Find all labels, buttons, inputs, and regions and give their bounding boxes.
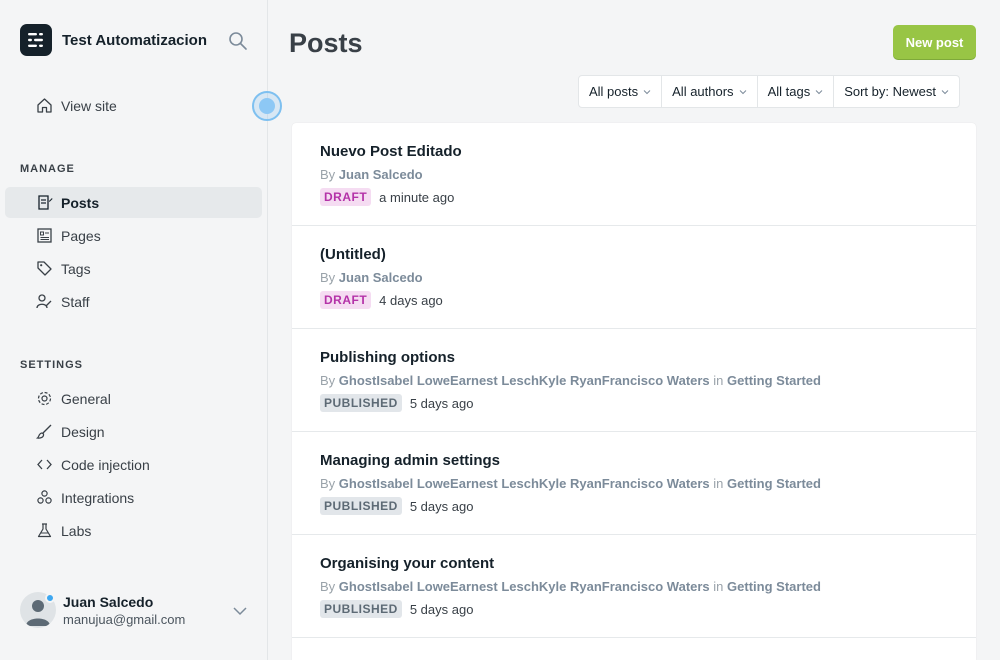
notification-badge (45, 593, 55, 603)
chevron-down-icon[interactable] (232, 604, 248, 616)
sidebar-item-posts[interactable]: Posts (5, 187, 262, 218)
post-by: By (320, 476, 336, 491)
post-meta: By GhostIsabel LoweEarnest LeschKyle Rya… (320, 579, 948, 594)
filter-post-type[interactable]: All posts (579, 76, 663, 107)
sidebar-item-label: Integrations (61, 489, 135, 506)
chevron-down-icon (941, 89, 949, 94)
site-title: Test Automatizacion (62, 31, 208, 49)
chevron-down-icon (739, 89, 746, 94)
sidebar-item-label: Posts (61, 194, 100, 211)
post-row[interactable]: Nuevo Post Editado By Juan Salcedo DRAFT… (292, 123, 976, 226)
post-by: By (320, 373, 336, 388)
post-title: Organising your content (320, 555, 495, 572)
posts-icon (38, 195, 53, 210)
post-time: 5 days ago (409, 601, 474, 617)
integrations-icon (37, 490, 52, 504)
post-in: in (713, 373, 724, 388)
post-row[interactable]: Managing admin settings By GhostIsabel L… (292, 432, 976, 535)
status-badge: DRAFT (320, 291, 372, 309)
page-title: Posts (289, 28, 363, 58)
tag-icon (37, 261, 52, 276)
post-authors: GhostIsabel LoweEarnest LeschKyle RyanFr… (338, 373, 710, 388)
sidebar-item-pages[interactable]: Pages (5, 220, 262, 251)
post-authors: Juan Salcedo (338, 270, 423, 285)
post-time: 4 days ago (379, 292, 443, 308)
sidebar-item-integrations[interactable]: Integrations (5, 482, 262, 513)
post-row[interactable]: Organising your content By GhostIsabel L… (292, 535, 976, 638)
post-title: (Untitled) (320, 246, 386, 263)
view-site-label: View site (61, 97, 117, 114)
post-title: Publishing options (320, 349, 455, 366)
filter-label: All authors (672, 84, 734, 99)
post-in: in (713, 579, 724, 594)
post-meta: By Juan Salcedo (320, 270, 948, 285)
sidebar-item-general[interactable]: General (5, 383, 262, 414)
sidebar-item-tags[interactable]: Tags (5, 253, 262, 284)
post-row[interactable]: (Untitled) By Juan Salcedo DRAFT 4 days a… (292, 226, 976, 329)
home-icon (37, 98, 52, 113)
sidebar-item-label: Labs (61, 522, 92, 539)
post-authors: GhostIsabel LoweEarnest LeschKyle RyanFr… (338, 476, 710, 491)
post-meta: By Juan Salcedo (320, 167, 948, 182)
post-meta: By GhostIsabel LoweEarnest LeschKyle Rya… (320, 373, 948, 388)
status-badge: DRAFT (320, 188, 372, 206)
sidebar-item-code-injection[interactable]: Code injection (5, 449, 262, 480)
sidebar-item-design[interactable]: Design (5, 416, 262, 447)
post-tag: Getting Started (727, 373, 821, 388)
search-icon[interactable] (228, 31, 248, 51)
sidebar-item-label: General (61, 390, 111, 407)
filter-label: Sort by: Newest (844, 84, 936, 99)
sidebar-item-label: Design (61, 423, 105, 440)
sidebar-item-label: Tags (61, 260, 91, 277)
chevron-down-icon (815, 89, 823, 94)
sidebar: Test Automatizacion View site MANAGE Pos… (0, 0, 282, 660)
sidebar-item-label: Staff (61, 293, 90, 310)
status-badge: PUBLISHED (320, 600, 402, 618)
code-icon (37, 459, 52, 470)
staff-icon (36, 294, 52, 309)
settings-section-label: SETTINGS (20, 359, 84, 371)
post-in: in (713, 476, 724, 491)
post-time: 5 days ago (409, 498, 474, 514)
post-tag: Getting Started (727, 579, 821, 594)
manage-section-label: MANAGE (20, 163, 75, 175)
post-tag: Getting Started (727, 476, 821, 491)
post-meta: By GhostIsabel LoweEarnest LeschKyle Rya… (320, 476, 948, 491)
post-by: By (320, 579, 336, 594)
filter-authors[interactable]: All authors (662, 76, 758, 107)
post-title: Managing admin settings (320, 452, 501, 469)
brand[interactable]: Test Automatizacion (20, 24, 207, 56)
chevron-down-icon (643, 89, 651, 94)
status-badge: PUBLISHED (320, 497, 402, 515)
sidebar-item-label: Code injection (61, 456, 150, 473)
new-post-button[interactable]: New post (893, 25, 976, 59)
view-site-link[interactable]: View site (5, 90, 262, 121)
post-row[interactable]: Publishing options By GhostIsabel LoweEa… (292, 329, 976, 432)
sidebar-item-label: Pages (61, 227, 101, 244)
post-time: 5 days ago (409, 395, 474, 411)
filter-bar: All posts All authors All tags Sort by: … (578, 75, 960, 108)
status-badge: PUBLISHED (320, 394, 402, 412)
post-authors: GhostIsabel LoweEarnest LeschKyle RyanFr… (338, 579, 710, 594)
ghost-logo-icon (20, 24, 52, 56)
post-title: Nuevo Post Editado (320, 143, 462, 160)
brush-icon (36, 424, 52, 439)
user-email: manujua@gmail.com (63, 611, 186, 627)
post-by: By (320, 167, 336, 182)
sidebar-item-staff[interactable]: Staff (5, 286, 262, 317)
sidebar-item-labs[interactable]: Labs (5, 515, 262, 546)
filter-label: All posts (589, 84, 639, 99)
filter-label: All tags (767, 84, 811, 99)
gear-icon (37, 391, 52, 406)
post-time: a minute ago (379, 189, 455, 205)
user-name: Juan Salcedo (63, 593, 154, 610)
pages-icon (37, 228, 52, 243)
post-by: By (320, 270, 336, 285)
filter-sort[interactable]: Sort by: Newest (834, 76, 959, 107)
post-list: Nuevo Post Editado By Juan Salcedo DRAFT… (292, 123, 976, 660)
flask-icon (37, 523, 52, 538)
post-authors: Juan Salcedo (338, 167, 423, 182)
cursor-indicator (252, 91, 282, 121)
filter-tags[interactable]: All tags (758, 76, 835, 107)
